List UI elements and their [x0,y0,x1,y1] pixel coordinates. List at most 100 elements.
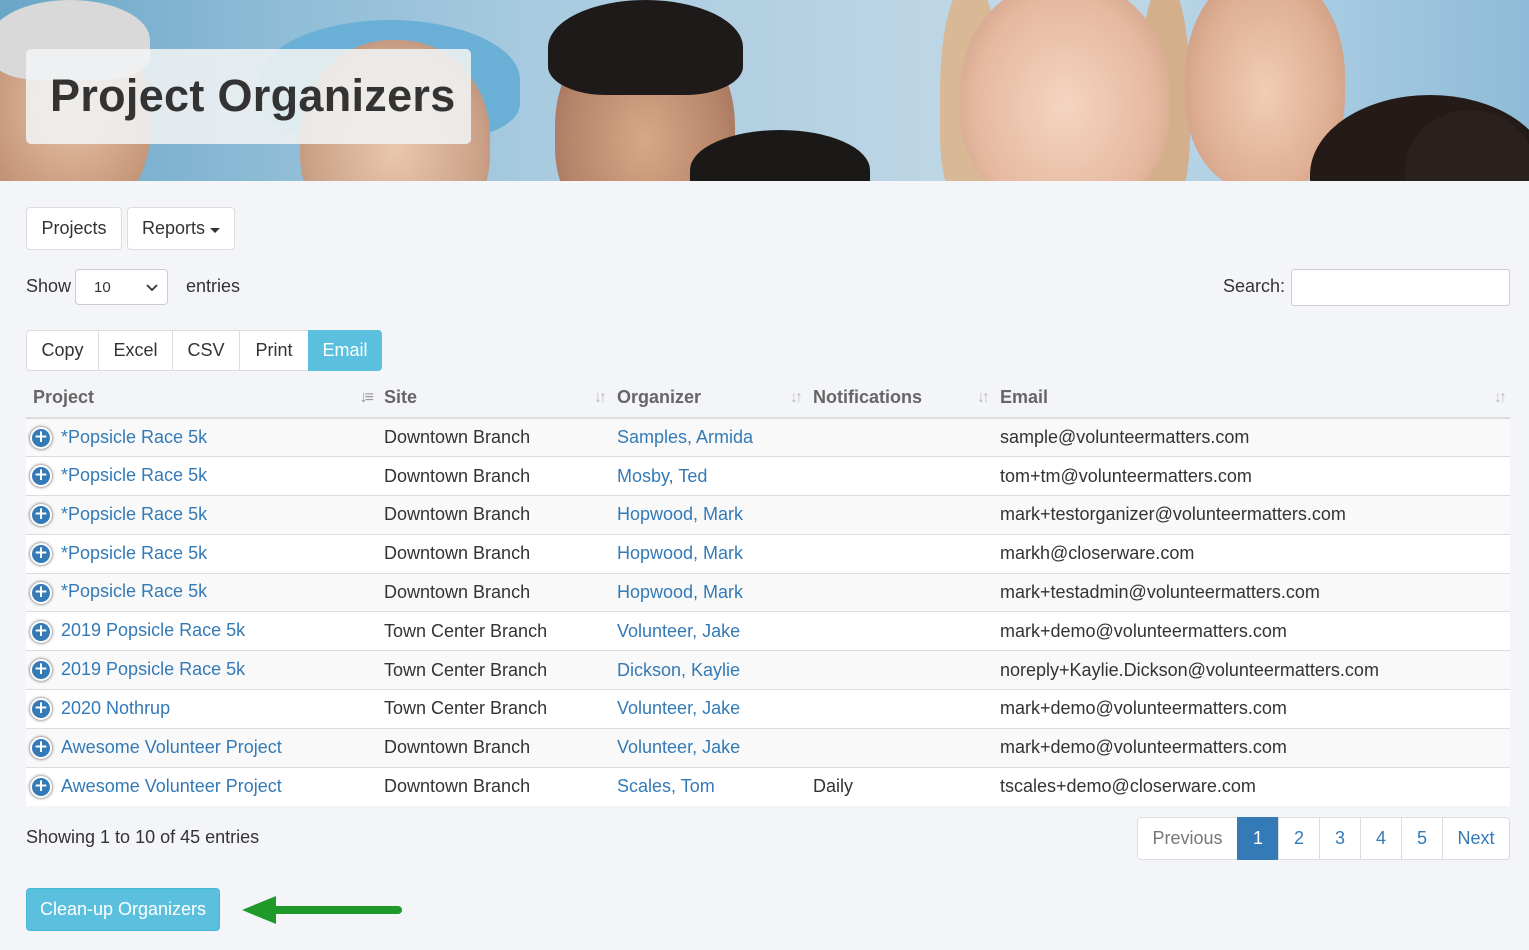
column-header-label: Email [1000,387,1049,407]
organizer-link[interactable]: Hopwood, Mark [617,504,743,524]
expand-row-icon[interactable]: + [30,581,52,604]
page-length-select[interactable]: 10 [75,269,168,305]
organizer-link[interactable]: Hopwood, Mark [617,543,743,563]
print-button-label: Print [255,340,293,360]
email-button-label: Email [322,340,368,360]
project-cell: +2019 Popsicle Race 5k [26,650,377,690]
print-button[interactable]: Print [239,330,309,371]
reports-dropdown-button[interactable]: Reports [127,207,235,250]
column-header-label: Organizer [617,387,702,407]
expand-row-icon[interactable]: + [30,620,52,643]
site-cell: Downtown Branch [377,456,610,496]
column-header-notifications[interactable]: Notifications ↓↑ [806,378,993,419]
excel-button[interactable]: Excel [98,330,173,371]
email-cell: mark+demo@volunteermatters.com [993,611,1510,651]
project-link[interactable]: *Popsicle Race 5k [61,465,207,485]
banner-photo-person [960,0,1170,181]
project-link[interactable]: *Popsicle Race 5k [61,543,207,563]
project-link[interactable]: *Popsicle Race 5k [61,581,207,601]
page-number: 2 [1293,828,1304,848]
expand-row-icon[interactable]: + [30,698,52,721]
column-header-project[interactable]: Project ↓≡ [26,378,377,419]
organizer-link[interactable]: Mosby, Ted [617,466,707,486]
project-link[interactable]: 2019 Popsicle Race 5k [61,659,245,679]
project-link[interactable]: Awesome Volunteer Project [61,737,282,757]
project-cell: + Awesome Volunteer Project [26,766,377,806]
reports-button-label: Reports [141,218,206,238]
table-row: + Awesome Volunteer Project Downtown Bran… [26,766,1510,806]
organizer-cell: Scales, Tom [610,766,806,806]
organizer-link[interactable]: Volunteer, Jake [617,737,740,757]
expand-row-icon[interactable]: + [30,426,52,449]
email-button[interactable]: Email [308,330,382,371]
page-4-button[interactable]: 4 [1360,817,1402,860]
cleanup-organizers-label: Clean-up Organizers [39,899,207,919]
project-link[interactable]: *Popsicle Race 5k [61,427,207,447]
column-header-label: Notifications [813,387,923,407]
csv-button-label: CSV [187,340,225,360]
site-cell: Town Center Branch [377,611,610,651]
organizer-cell: Samples, Armida [610,417,806,457]
project-cell: + Awesome Volunteer Project [26,727,377,768]
green-arrow-icon [242,896,402,924]
site-cell: Downtown Branch [377,495,610,535]
column-header-label: Site [384,387,418,407]
header-banner: Project Organizers [0,0,1529,181]
expand-row-icon[interactable]: + [30,542,52,565]
expand-row-icon[interactable]: + [30,775,52,798]
notifications-cell [806,456,993,496]
page-5-button[interactable]: 5 [1401,817,1443,860]
table-row: +2020 Nothrup Town Center Branch Volunte… [26,689,1510,729]
organizer-cell: Hopwood, Mark [610,533,806,574]
project-link[interactable]: 2020 Nothrup [61,698,170,718]
expand-row-icon[interactable]: + [30,465,52,488]
table-info: Showing 1 to 10 of 45 entries [26,827,260,847]
table-row: +2019 Popsicle Race 5k Town Center Branc… [26,611,1510,651]
project-link[interactable]: *Popsicle Race 5k [61,504,207,524]
sort-both-icon: ↓↑ [790,389,803,406]
organizer-cell: Dickson, Kaylie [610,650,806,690]
projects-button[interactable]: Projects [26,207,122,250]
cleanup-organizers-button[interactable]: Clean-up Organizers [26,888,220,931]
expand-row-icon[interactable]: + [30,659,52,682]
page-2-button[interactable]: 2 [1278,817,1320,860]
site-cell: Town Center Branch [377,650,610,690]
column-header-organizer[interactable]: Organizer ↓↑ [610,378,806,419]
organizer-link[interactable]: Samples, Armida [617,427,753,447]
notifications-cell [806,650,993,690]
page-1-button[interactable]: 1 [1237,817,1279,860]
page-title: Project Organizers [50,70,456,121]
table-row: + *Popsicle Race 5k Downtown Branch Hopwo… [26,495,1510,535]
page-number: 4 [1375,828,1386,848]
notifications-cell: Daily [806,766,993,806]
column-header-site[interactable]: Site ↓↑ [377,378,610,419]
column-header-email[interactable]: Email ↓↑ [993,378,1510,419]
previous-page-button[interactable]: Previous [1137,817,1238,860]
page-number: 3 [1334,828,1345,848]
csv-button[interactable]: CSV [172,330,240,371]
organizer-link[interactable]: Scales, Tom [617,776,715,796]
organizer-link[interactable]: Volunteer, Jake [617,698,740,718]
expand-row-icon[interactable]: + [30,736,52,759]
sort-both-icon: ↓↑ [1494,389,1507,406]
notifications-cell [806,495,993,535]
page-3-button[interactable]: 3 [1319,817,1361,860]
search-label: Search: [1223,276,1286,296]
next-label: Next [1457,828,1495,848]
email-cell: mark+testadmin@volunteermatters.com [993,572,1510,612]
organizer-link[interactable]: Dickson, Kaylie [617,660,740,680]
email-cell: markh@closerware.com [993,533,1510,574]
table-row: + Awesome Volunteer Project Downtown Bran… [26,727,1510,768]
project-link[interactable]: 2019 Popsicle Race 5k [61,620,245,640]
search-input[interactable] [1291,269,1510,306]
page-number: 1 [1252,828,1263,848]
expand-row-icon[interactable]: + [30,504,52,527]
copy-button[interactable]: Copy [26,330,99,371]
email-cell: tom+tm@volunteermatters.com [993,456,1510,496]
organizer-link[interactable]: Hopwood, Mark [617,582,743,602]
email-cell: mark+demo@volunteermatters.com [993,727,1510,768]
project-link[interactable]: Awesome Volunteer Project [61,776,282,796]
next-page-button[interactable]: Next [1442,817,1510,860]
table-header-row: Project ↓≡ Site ↓↑ Organizer ↓↑ Notificatio… [26,378,1510,419]
organizer-link[interactable]: Volunteer, Jake [617,621,740,641]
